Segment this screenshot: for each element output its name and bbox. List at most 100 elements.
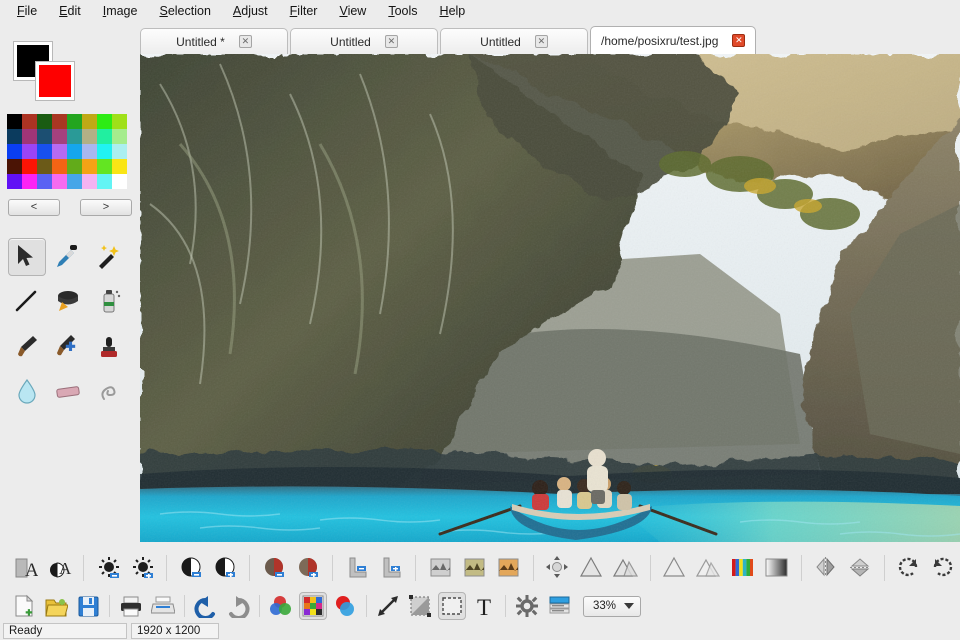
color-overlay-button[interactable] (331, 592, 359, 620)
document-tab-close-icon[interactable]: ✕ (732, 34, 746, 47)
menu-item-adjust[interactable]: Adjust (222, 2, 279, 20)
document-tab-close-icon[interactable]: ✕ (534, 35, 548, 48)
tone-sepia-icon[interactable] (460, 552, 488, 584)
save-file-button[interactable] (74, 592, 102, 620)
palette-cell-0-2[interactable] (37, 114, 52, 129)
palette-cell-0-6[interactable] (97, 114, 112, 129)
document-tab-1[interactable]: Untitled ✕ (290, 28, 438, 54)
redo-button[interactable] (224, 592, 252, 620)
line-tool[interactable] (8, 283, 46, 321)
palette-cell-1-6[interactable] (97, 129, 112, 144)
spray-can-tool[interactable] (90, 283, 128, 321)
color-mixer-button[interactable] (267, 592, 295, 620)
palette-cell-2-5[interactable] (82, 144, 97, 159)
menu-item-image[interactable]: Image (92, 2, 149, 20)
image-canvas[interactable] (140, 54, 960, 542)
tone-gray-icon[interactable] (426, 552, 454, 584)
palette-cell-4-2[interactable] (37, 174, 52, 189)
palette-cell-4-3[interactable] (52, 174, 67, 189)
palette-cell-0-0[interactable] (7, 114, 22, 129)
brightness-increase-icon[interactable] (128, 552, 156, 584)
paintbrush-tool[interactable] (8, 328, 46, 366)
palette-cell-1-0[interactable] (7, 129, 22, 144)
eraser-tool[interactable] (49, 373, 87, 411)
zoom-level-select[interactable]: 33% (583, 595, 642, 617)
invert-text-icon[interactable]: A (45, 552, 73, 584)
palette-cell-4-1[interactable] (22, 174, 37, 189)
eyedropper-tool[interactable] (49, 238, 87, 276)
settings-button[interactable] (513, 592, 541, 620)
print-button[interactable] (117, 592, 145, 620)
palette-cell-0-1[interactable] (22, 114, 37, 129)
rectangle-select-button[interactable] (438, 592, 466, 620)
palette-cell-2-6[interactable] (97, 144, 112, 159)
palette-cell-3-0[interactable] (7, 159, 22, 174)
color-balance-increase-icon[interactable] (294, 552, 322, 584)
palette-cell-1-1[interactable] (22, 129, 37, 144)
document-tab-3[interactable]: /home/posixru/test.jpg ✕ (590, 26, 757, 54)
water-drop-tool[interactable] (8, 373, 46, 411)
document-tab-2[interactable]: Untitled ✕ (440, 28, 588, 54)
palette-cell-2-0[interactable] (7, 144, 22, 159)
new-file-button[interactable] (10, 592, 38, 620)
blur-icon[interactable] (661, 552, 689, 584)
brightness-decrease-icon[interactable] (94, 552, 122, 584)
document-tab-close-icon[interactable]: ✕ (384, 35, 398, 48)
palette-cell-4-6[interactable] (97, 174, 112, 189)
open-file-button[interactable] (42, 592, 70, 620)
text-tool-button[interactable]: T (470, 592, 498, 620)
levels-increase-icon[interactable] (377, 552, 405, 584)
palette-next-button[interactable]: > (80, 199, 132, 216)
grayscale-text-icon[interactable]: A (11, 552, 39, 584)
menu-item-selection[interactable]: Selection (148, 2, 221, 20)
menu-item-tools[interactable]: Tools (377, 2, 428, 20)
stamp-tool[interactable] (90, 328, 128, 366)
palette-cell-3-1[interactable] (22, 159, 37, 174)
palette-cell-0-3[interactable] (52, 114, 67, 129)
levels-decrease-icon[interactable] (343, 552, 371, 584)
palette-cell-1-4[interactable] (67, 129, 82, 144)
document-tab-close-icon[interactable]: ✕ (238, 35, 252, 48)
color-balance-decrease-icon[interactable] (260, 552, 288, 584)
palette-cell-0-7[interactable] (112, 114, 127, 129)
crop-transform-button[interactable] (406, 592, 434, 620)
palette-cell-1-5[interactable] (82, 129, 97, 144)
layers-button[interactable] (545, 592, 573, 620)
sharpen-icon[interactable] (578, 552, 606, 584)
palette-cell-3-3[interactable] (52, 159, 67, 174)
blur-more-icon[interactable] (695, 552, 723, 584)
smudge-tool[interactable] (90, 373, 128, 411)
palette-cell-4-7[interactable] (112, 174, 127, 189)
select-tool[interactable] (8, 238, 46, 276)
soften-icon[interactable] (612, 552, 640, 584)
palette-cell-0-4[interactable] (67, 114, 82, 129)
menu-item-view[interactable]: View (328, 2, 377, 20)
palette-button[interactable] (299, 592, 327, 620)
paint-bucket-tool[interactable] (49, 283, 87, 321)
palette-cell-3-2[interactable] (37, 159, 52, 174)
tone-warm-icon[interactable] (495, 552, 523, 584)
palette-cell-0-5[interactable] (82, 114, 97, 129)
palette-cell-3-4[interactable] (67, 159, 82, 174)
palette-cell-3-5[interactable] (82, 159, 97, 174)
contrast-decrease-icon[interactable] (177, 552, 205, 584)
palette-cell-1-7[interactable] (112, 129, 127, 144)
scan-button[interactable] (149, 592, 177, 620)
palette-cell-4-4[interactable] (67, 174, 82, 189)
palette-cell-4-0[interactable] (7, 174, 22, 189)
palette-cell-2-4[interactable] (67, 144, 82, 159)
flip-horizontal-icon[interactable] (812, 552, 840, 584)
palette-cell-1-2[interactable] (37, 129, 52, 144)
palette-cell-1-3[interactable] (52, 129, 67, 144)
palette-cell-2-2[interactable] (37, 144, 52, 159)
palette-cell-4-5[interactable] (82, 174, 97, 189)
rotate-left-icon[interactable] (895, 552, 923, 584)
background-color-swatch[interactable] (36, 62, 74, 100)
menu-item-file[interactable]: File (6, 2, 48, 20)
palette-cell-3-6[interactable] (97, 159, 112, 174)
palette-cell-2-7[interactable] (112, 144, 127, 159)
menu-item-help[interactable]: Help (429, 2, 477, 20)
flip-vertical-icon[interactable] (846, 552, 874, 584)
palette-cell-2-3[interactable] (52, 144, 67, 159)
grayscale-gradient-icon[interactable] (763, 552, 791, 584)
